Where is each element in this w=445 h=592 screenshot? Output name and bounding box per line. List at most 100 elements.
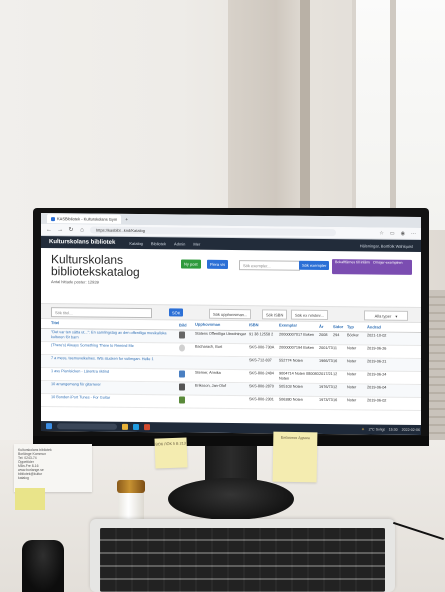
row-exemplar: 9004714 Noten 080080 Noten xyxy=(279,371,319,381)
favorite-icon[interactable]: ☆ xyxy=(379,230,383,236)
nav-item-mer[interactable]: Mer xyxy=(193,241,200,246)
row-thumb xyxy=(179,344,195,352)
row-author xyxy=(195,397,249,398)
row-changed: 2019-06-04 xyxy=(367,385,387,390)
more-view-button[interactable]: Flera vis xyxy=(207,259,229,269)
row-author xyxy=(195,358,249,359)
table-row[interactable]: 10 Bonden iPort Tunes - For Guitar SKS-8… xyxy=(41,394,421,411)
row-title[interactable]: 7 a mess, teemuvelkelnes. Wts stucken fo… xyxy=(51,356,179,362)
row-thumb xyxy=(179,396,195,404)
row-title[interactable]: 1 ass Pianisicken - Lärentra riktind xyxy=(51,369,179,375)
row-title[interactable]: "Det var ten sätta ut...": En samlingsta… xyxy=(51,330,179,341)
exnr-search-input[interactable]: Sök ex nr/stmr... xyxy=(291,309,328,321)
search-examples-input[interactable]: Sök exempler... xyxy=(239,260,300,271)
new-tab-icon[interactable]: + xyxy=(125,216,128,222)
catalog-table: Titel Bild Upphovsman ISBN Exemplar År S… xyxy=(41,319,421,411)
row-thumb xyxy=(179,331,195,339)
col-upphovsman[interactable]: Upphovsman xyxy=(195,323,249,328)
row-pages: 11 xyxy=(333,346,337,351)
type-select-value: Alla typer xyxy=(374,313,392,319)
row-type: Noter xyxy=(347,385,357,390)
stapler xyxy=(22,540,64,592)
row-exemplar: 20000007017 Boken xyxy=(279,332,315,337)
edge-icon[interactable] xyxy=(133,423,139,431)
collections-icon[interactable]: ▭ xyxy=(390,230,395,236)
row-changed: 2019-06-26 xyxy=(367,346,387,351)
new-post-button[interactable]: Ny post xyxy=(181,259,201,269)
back-icon[interactable]: ← xyxy=(46,227,52,233)
row-author: Bacharach, Burt xyxy=(195,344,223,349)
postit-note-left: ВОК ЛОК 5 B 213 xyxy=(154,437,188,469)
row-title[interactable]: (There's) Always Something There to Remi… xyxy=(51,343,179,349)
home-icon[interactable]: ⌂ xyxy=(79,227,85,233)
row-title[interactable]: 10 arrangemang för gitarrerer xyxy=(51,382,179,388)
omsjer-button[interactable]: Omsjer-exemplren xyxy=(370,259,412,275)
title-search-input[interactable]: Sök titel... xyxy=(51,307,152,319)
menu-icon[interactable]: ⋯ xyxy=(411,230,416,236)
row-changed: 2019-06-02 xyxy=(367,398,387,403)
col-title[interactable]: Titel xyxy=(51,321,179,327)
col-andrad[interactable]: Ändrad xyxy=(367,324,397,329)
col-sidor[interactable]: Sidor xyxy=(333,324,347,329)
nav-item-bibliotek[interactable]: Bibliotek xyxy=(151,241,166,246)
cover-icon xyxy=(179,396,185,404)
nav-item-admin[interactable]: Admin xyxy=(174,241,185,246)
row-type: Böcker xyxy=(347,333,359,338)
weather-icon[interactable]: ☀ xyxy=(361,427,364,431)
title-search-button[interactable]: SÖK xyxy=(169,308,184,317)
yellow-sticky xyxy=(15,488,45,510)
clock-time[interactable]: 15:30 xyxy=(389,428,398,432)
url-field[interactable]: https://kasbibl...knd/Katalog xyxy=(90,226,336,237)
weather-text[interactable]: 2°C Soligt xyxy=(369,427,385,431)
row-changed: 2021-10-02 xyxy=(367,333,387,338)
user-greeting[interactable]: Hälsningar, Bortfolk Wahlquist xyxy=(360,243,413,249)
col-bild[interactable]: Bild xyxy=(179,322,195,327)
result-count: Antal hittade poster: 12939 xyxy=(51,279,99,285)
windows-icon[interactable] xyxy=(46,423,52,430)
row-year: 1973/73 xyxy=(319,397,333,403)
app-brand[interactable]: Kulturskolans bibliotek xyxy=(49,239,115,246)
page-header: Kulturskolans bibliotekskatalog Antal hi… xyxy=(41,248,421,307)
row-pages: 12 xyxy=(333,372,338,377)
row-author: Statens Offentliga Utredningar xyxy=(195,331,247,337)
row-thumb xyxy=(179,370,195,378)
file-explorer-icon[interactable] xyxy=(122,423,128,430)
row-title[interactable]: 10 Bonden iPort Tunes - For Guitar xyxy=(51,395,179,401)
taskbar-search[interactable] xyxy=(57,423,117,430)
row-type: Noter xyxy=(347,359,357,364)
col-isbn[interactable]: ISBN xyxy=(249,323,279,328)
cover-icon xyxy=(179,370,185,378)
browser-tab[interactable]: KASBibliotek - Kulturskolans Gym xyxy=(47,214,122,224)
system-tray: ☀ 2°C Soligt 15:30 2022-02-06 xyxy=(361,427,421,432)
type-select[interactable]: Alla typer ▾ xyxy=(364,310,408,321)
row-pages: 294 xyxy=(333,333,340,338)
row-isbn: SKS-000-730A xyxy=(249,345,275,350)
profile-icon[interactable]: ◉ xyxy=(401,230,405,236)
col-exemplar[interactable]: Exemplar xyxy=(279,324,319,329)
clock-date[interactable]: 2022-02-06 xyxy=(402,428,420,432)
author-search-input[interactable]: Sök upphovsman... xyxy=(209,308,252,320)
search-examples-button[interactable]: Sök exempler xyxy=(299,260,330,271)
app-icon[interactable] xyxy=(144,424,150,431)
refresh-icon[interactable]: ↻ xyxy=(68,226,74,233)
row-pages: 16 xyxy=(333,398,338,403)
col-typ[interactable]: Typ xyxy=(347,324,367,329)
window xyxy=(352,0,445,230)
paper-note: Kulturskolans bibliotek Borlänge Kommun … xyxy=(14,444,92,492)
row-isbn: 91 38 12558 2 xyxy=(249,332,274,337)
book-icon xyxy=(179,383,185,391)
isbn-search-input[interactable]: Sök ISBN xyxy=(262,309,288,320)
row-changed: 2019-06-21 xyxy=(367,359,387,364)
col-ar[interactable]: År xyxy=(319,324,333,329)
row-isbn: SKS-800-2484 xyxy=(249,371,274,376)
monitor-screen: KASBibliotek - Kulturskolans Gym + ← → ↻… xyxy=(41,213,421,435)
postit-note-right: Бибиотек Админ xyxy=(272,431,318,483)
placeholder-icon xyxy=(179,344,185,352)
row-year: 2008 xyxy=(319,332,328,338)
inlamning-button[interactable]: Bokaftfärnes till inlåmningar xyxy=(332,259,379,275)
nav-item-katalog[interactable]: Katalog xyxy=(129,240,143,245)
row-exemplar: 505103 Noten xyxy=(279,384,303,389)
forward-icon[interactable]: → xyxy=(57,227,63,233)
monitor-stand xyxy=(168,478,294,520)
row-isbn: SKS-712-837 xyxy=(249,358,272,363)
